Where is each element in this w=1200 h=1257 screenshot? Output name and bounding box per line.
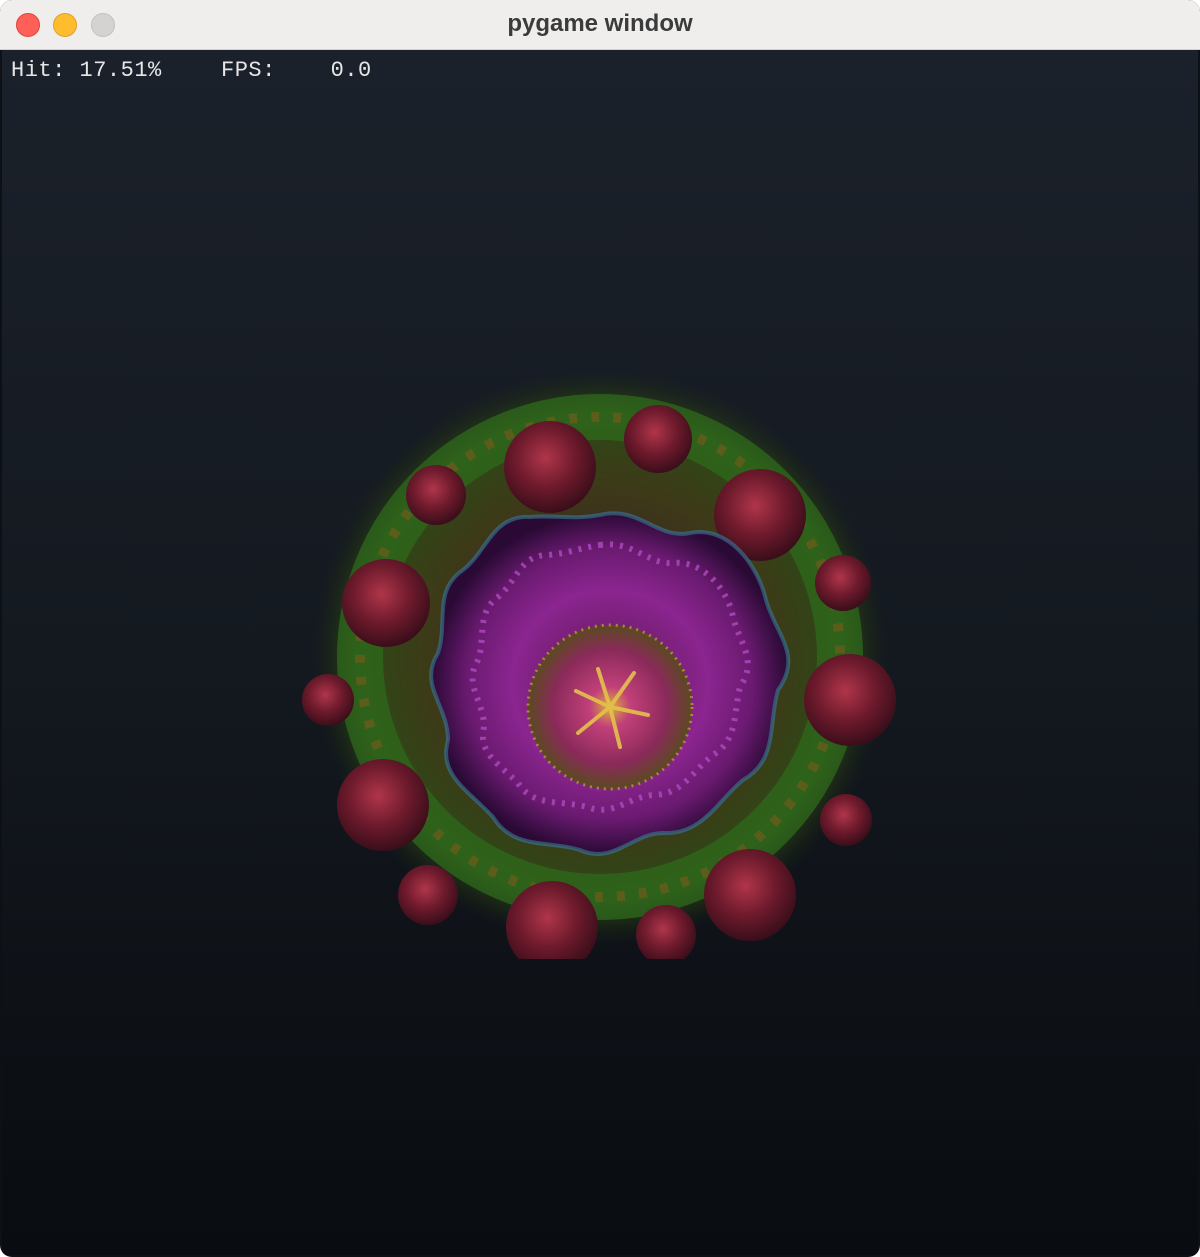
blob: [504, 421, 596, 513]
blob: [820, 794, 872, 846]
render-viewport[interactable]: Hit: 17.51% FPS: 0.0: [2, 50, 1198, 1255]
fps-label: FPS:: [221, 58, 276, 83]
blob: [815, 555, 871, 611]
fps-value: 0.0: [330, 58, 372, 83]
blob: [337, 759, 429, 851]
blob: [398, 865, 458, 925]
blob: [342, 559, 430, 647]
hit-readout: Hit: 17.51%: [11, 58, 162, 83]
blob: [804, 654, 896, 746]
pygame-window: pygame window Hit: 17.51% FPS: 0.0: [0, 0, 1200, 1257]
blob: [624, 405, 692, 473]
fractal-render: [302, 369, 896, 959]
hit-value: 17.51%: [79, 58, 162, 83]
fps-readout: FPS: 0.0: [221, 58, 372, 83]
blob: [406, 465, 466, 525]
blob: [302, 674, 354, 726]
hit-label: Hit:: [11, 58, 66, 83]
title-bar[interactable]: pygame window: [0, 0, 1200, 50]
window-title: pygame window: [507, 10, 693, 37]
blob: [704, 849, 796, 941]
